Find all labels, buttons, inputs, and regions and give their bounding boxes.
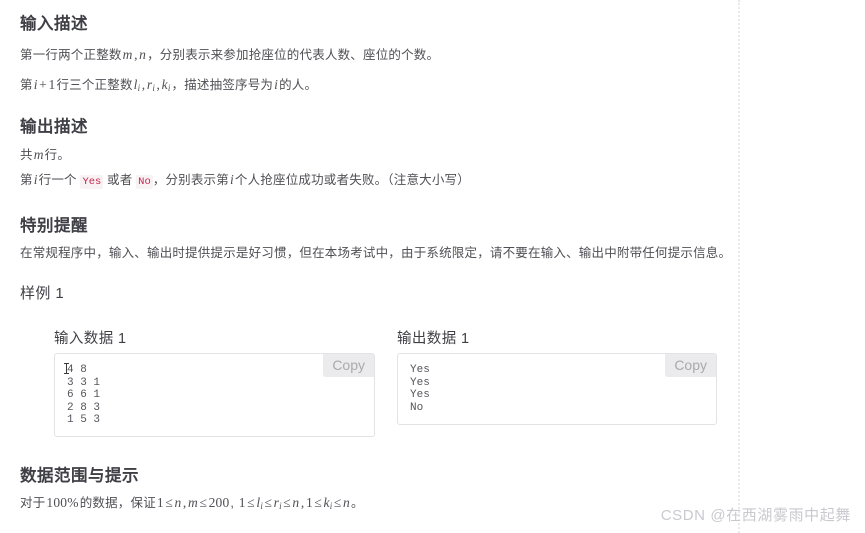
text-fragment: 的数据，保证 <box>79 496 156 510</box>
text-fragment: 共 <box>20 148 33 162</box>
paragraph: 第i +1行三个正整数li, ri, ki，描述抽签序号为i的人。 <box>20 78 317 93</box>
paragraph: 在常规程序中，输入、输出时提供提示是好习惯，但在本场考试中，由于系统限定，请不要… <box>20 246 732 260</box>
section-sample: 样例 1 <box>20 282 64 303</box>
text-fragment: 个人抢座位成功或者失败。（注意大小写） <box>234 173 470 187</box>
text-fragment: 行一个 <box>38 173 77 187</box>
copy-input-button[interactable]: Copy <box>323 354 374 378</box>
text-fragment: 第 <box>20 173 33 187</box>
section-title-output-description: 输出描述 <box>20 118 88 136</box>
input-description-line-1: 第一行两个正整数m, n，分别表示来参加抢座位的代表人数、座位的个数。 <box>20 48 439 62</box>
text-fragment: 行三个正整数 <box>56 78 133 92</box>
math-range-lrk: 1 ≤ li ≤ ri ≤ n, 1 ≤ ki ≤ n <box>238 495 350 511</box>
section-input-description: 输入描述 <box>20 10 88 34</box>
text-fragment: 的人。 <box>279 78 318 92</box>
math-m: m <box>33 147 44 162</box>
math-lrk-subscripts: li, ri, ki <box>133 77 171 93</box>
text-fragment: 行。 <box>44 148 71 162</box>
sample-output-title: 输出数据 1 <box>397 331 470 347</box>
text-fragment: 对于 <box>20 496 46 510</box>
section-title-input-description: 输入描述 <box>20 15 88 33</box>
text-fragment: ，描述抽签序号为 <box>171 78 274 92</box>
section-title-sample: 样例 1 <box>20 285 65 302</box>
math-mn: m,n <box>122 47 147 62</box>
inline-code-no: No <box>136 175 153 189</box>
copy-output-button[interactable]: Copy <box>665 354 716 378</box>
special-note-text: 在常规程序中，输入、输出时提供提示是好习惯，但在本场考试中，由于系统限定，请不要… <box>20 247 731 260</box>
math-range-nm: 1 ≤ n, m ≤200 <box>156 495 230 510</box>
sample-output-codebox[interactable]: Yes Yes Yes No Copy <box>397 353 717 425</box>
paragraph: 对于100%的数据，保证1 ≤ n, m ≤200, 1 ≤ li ≤ ri ≤ n, 1 ≤ ki ≤ n。 <box>20 496 364 511</box>
output-description-line-2: 第i行一个 Yes 或者 No ，分别表示第i个人抢座位成功或者失败。（注意大小写… <box>20 173 470 189</box>
section-constraints: 数据范围与提示 <box>20 462 139 486</box>
text-fragment: , <box>230 496 235 510</box>
text-fragment: 。 <box>350 496 364 510</box>
section-title-constraints: 数据范围与提示 <box>20 467 139 485</box>
text-fragment: ，分别表示第 <box>152 173 229 187</box>
text-fragment: 或者 <box>107 173 133 187</box>
text-fragment: 第 <box>20 78 33 92</box>
constraints-line: 对于100%的数据，保证1 ≤ n, m ≤200, 1 ≤ li ≤ ri ≤ n, 1 ≤ ki ≤ n。 <box>20 496 364 511</box>
sample-input-title-wrap: 输入数据 1 <box>54 327 127 348</box>
paragraph: 第i行一个 Yes 或者 No ，分别表示第i个人抢座位成功或者失败。（注意大小写… <box>20 173 470 189</box>
output-description-line-1: 共m行。 <box>20 148 70 162</box>
paragraph: 第一行两个正整数m, n，分别表示来参加抢座位的代表人数、座位的个数。 <box>20 48 439 62</box>
sample-output-title-wrap: 输出数据 1 <box>397 327 470 348</box>
sample-input-codebox[interactable]: 4 8 3 3 1 6 6 1 2 8 3 1 5 3 Copy <box>54 353 375 437</box>
text-fragment: 第一行两个正整数 <box>20 48 122 62</box>
csdn-watermark: CSDN @在西湖雾雨中起舞 <box>660 507 851 524</box>
sample-input-title: 输入数据 1 <box>54 331 127 347</box>
math-100-percent: 100% <box>46 495 79 510</box>
paragraph: 共m行。 <box>20 148 70 162</box>
text-fragment: ，分别表示来参加抢座位的代表人数、座位的个数。 <box>147 48 440 62</box>
right-margin-dotted-rule <box>738 0 740 533</box>
inline-code-yes: Yes <box>80 175 104 189</box>
section-special-note: 特别提醒 <box>20 212 88 236</box>
section-title-special-note: 特别提醒 <box>20 217 88 235</box>
math-i-plus-1: i +1 <box>33 77 56 92</box>
text-caret <box>64 363 69 374</box>
section-output-description: 输出描述 <box>20 113 88 137</box>
problem-statement-page: 输入描述 第一行两个正整数m, n，分别表示来参加抢座位的代表人数、座位的个数。 … <box>0 0 738 533</box>
input-description-line-2: 第i +1行三个正整数li, ri, ki，描述抽签序号为i的人。 <box>20 78 317 93</box>
